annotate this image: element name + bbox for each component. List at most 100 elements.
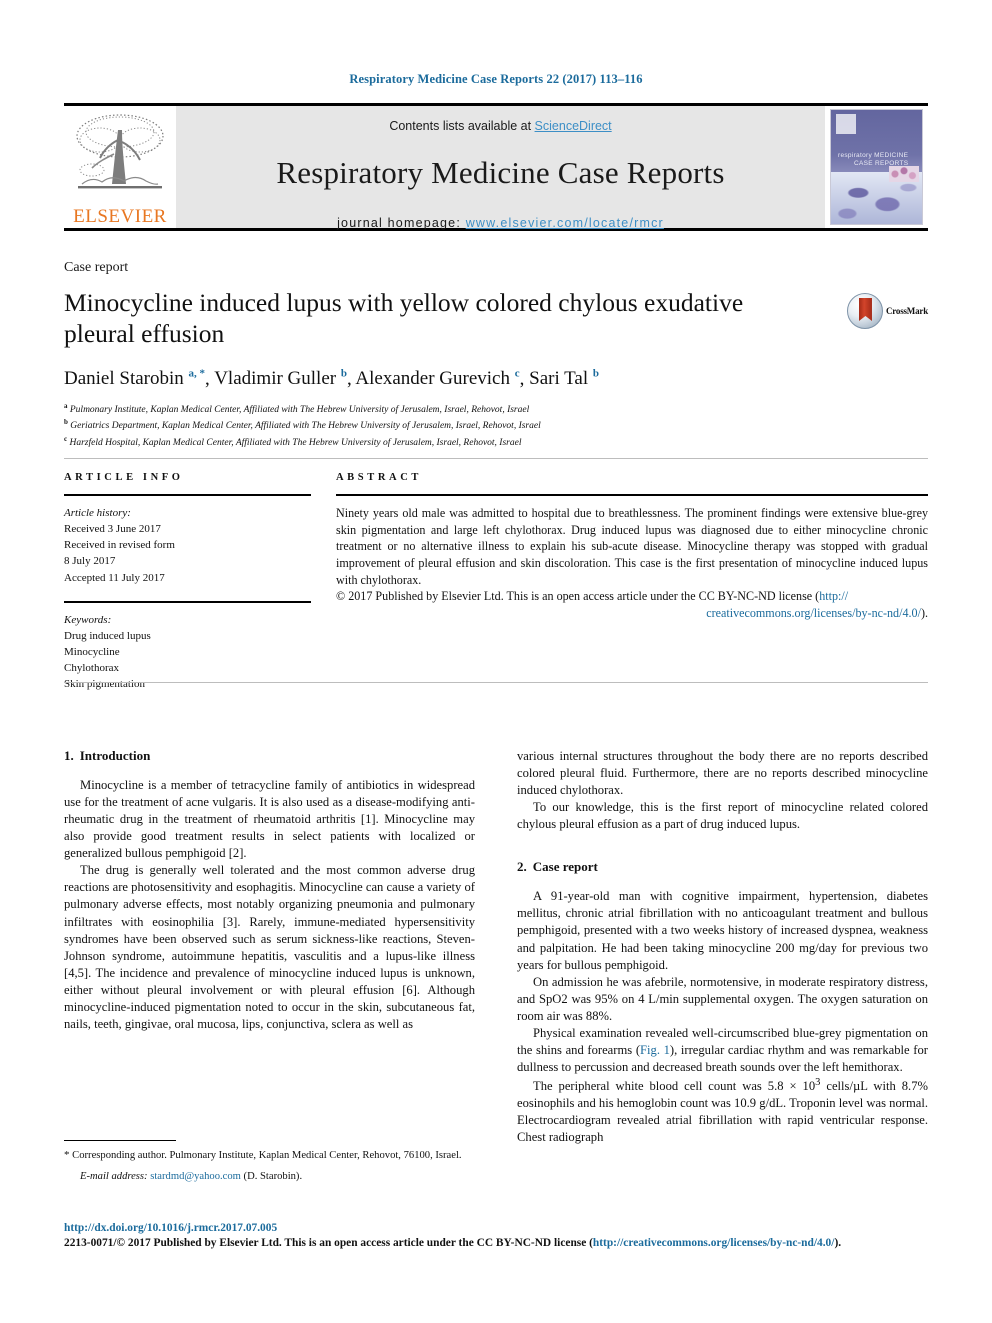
crossmark-badge[interactable]: CrossMark xyxy=(846,287,928,329)
paragraph-case-3: Physical examination revealed well-circu… xyxy=(517,1025,928,1076)
copyright-prefix: © 2017 Published by Elsevier Ltd. This i… xyxy=(336,589,820,604)
author-0-marks: a, * xyxy=(188,367,206,380)
abstract-text: Ninety years old male was admitted to ho… xyxy=(336,506,928,587)
sciencedirect-link[interactable]: ScienceDirect xyxy=(535,119,612,133)
right-column: various internal structures throughout t… xyxy=(517,748,928,1146)
paragraph-intro-1: Minocycline is a member of tetracycline … xyxy=(64,778,475,861)
page-footer: http://dx.doi.org/10.1016/j.rmcr.2017.07… xyxy=(64,1222,928,1249)
keywords-block: Keywords: Drug induced lupus Minocycline… xyxy=(64,612,311,693)
affiliation-a-text: Pulmonary Institute, Kaplan Medical Cent… xyxy=(69,405,530,416)
info-section-top-rule xyxy=(64,458,928,459)
corresponding-author-footnote: * Corresponding author. Pulmonary Instit… xyxy=(64,1140,475,1182)
journal-title: Respiratory Medicine Case Reports xyxy=(276,155,725,190)
footnote-email-line: E-mail address: stardmd@yahoo.com (D. St… xyxy=(64,1171,475,1182)
author-0-name: Daniel Starobin xyxy=(64,368,184,390)
paragraph-intro-2: The drug is generally well tolerated and… xyxy=(64,863,475,1031)
abstract-copyright: © 2017 Published by Elsevier Ltd. This i… xyxy=(336,588,928,621)
article-info-rule xyxy=(64,494,311,496)
abstract-rule xyxy=(336,494,928,496)
affiliation-b-text: Geriatrics Department, Kaplan Medical Ce… xyxy=(70,421,541,432)
section-title-2: Case report xyxy=(532,859,598,875)
author-sep-2: , xyxy=(519,368,530,390)
author-2-name: Alexander Gurevich xyxy=(355,368,510,390)
keyword-3: Skin pigmentation xyxy=(64,678,145,691)
section-heading-case-report: 2. Case report xyxy=(517,859,928,875)
affiliation-c-text: Harzfeld Hospital, Kaplan Medical Center… xyxy=(69,438,522,449)
footnote-rule xyxy=(64,1140,176,1141)
section-number-2: 2. xyxy=(517,859,527,875)
elsevier-wordmark: ELSEVIER xyxy=(73,206,167,227)
license-link-part2[interactable]: creativecommons.org/licenses/by-nc-nd/4.… xyxy=(706,606,921,620)
info-section-bottom-rule xyxy=(64,682,928,683)
paragraph-case-2: On admission he was afebrile, normotensi… xyxy=(517,974,928,1023)
footer-license-link[interactable]: http://creativecommons.org/licenses/by-n… xyxy=(593,1237,835,1249)
section-heading-introduction: 1. Introduction xyxy=(64,748,475,764)
crossmark-icon xyxy=(846,293,883,329)
paragraph-case-4: The peripheral white blood cell count wa… xyxy=(517,1076,928,1146)
article-header: Case report Minocycline induced lupus wi… xyxy=(64,260,928,450)
affiliation-a: a Pulmonary Institute, Kaplan Medical Ce… xyxy=(64,401,928,417)
abstract-heading: ABSTRACT xyxy=(336,472,422,483)
masthead-center: Contents lists available at ScienceDirec… xyxy=(176,106,825,230)
doi-link[interactable]: http://dx.doi.org/10.1016/j.rmcr.2017.07… xyxy=(64,1222,277,1234)
journal-cover-image: respiratory MEDICINE CASE REPORTS xyxy=(830,109,923,225)
elsevier-logo: ELSEVIER xyxy=(64,106,176,228)
article-info-heading: ARTICLE INFO xyxy=(64,472,184,483)
author-1-name: Vladimir Guller xyxy=(214,368,337,390)
journal-cover-wrap: respiratory MEDICINE CASE REPORTS xyxy=(825,106,928,228)
keyword-2: Chylothorax xyxy=(64,662,119,675)
affiliation-b-mark: b xyxy=(64,418,68,427)
footnote-address: Corresponding author. Pulmonary Institut… xyxy=(69,1150,462,1161)
article-page: Respiratory Medicine Case Reports 22 (20… xyxy=(0,0,992,1323)
homepage-label: journal homepage: xyxy=(337,216,466,230)
section-title-1: Introduction xyxy=(79,748,151,763)
author-1: Vladimir Guller b xyxy=(214,368,347,389)
journal-homepage-link[interactable]: www.elsevier.com/locate/rmcr xyxy=(466,216,664,230)
affiliation-a-mark: a xyxy=(64,402,68,411)
article-history-line-2: 8 July 2017 xyxy=(64,555,116,568)
copyright-suffix: ). xyxy=(920,606,928,621)
keyword-1: Minocycline xyxy=(64,646,120,659)
page-title: Minocycline induced lupus with yellow co… xyxy=(64,288,744,349)
email-owner: (D. Starobin). xyxy=(240,1170,303,1182)
author-list: Daniel Starobin a, *, Vladimir Guller b,… xyxy=(64,368,928,390)
journal-masthead: ELSEVIER Contents lists available at Sci… xyxy=(64,103,928,231)
keyword-0: Drug induced lupus xyxy=(64,629,151,642)
cover-cell-swatch-icon xyxy=(889,166,919,182)
email-label: E-mail address: xyxy=(80,1170,151,1182)
author-3: Sari Tal b xyxy=(529,368,599,389)
document-type-label: Case report xyxy=(64,260,129,275)
figure-1-reference-link[interactable]: Fig. 1 xyxy=(640,1043,670,1057)
cover-title-line1: respiratory MEDICINE xyxy=(838,152,909,159)
license-link-part1[interactable]: http:// xyxy=(819,589,848,603)
case-p4-a: The peripheral white blood cell count wa… xyxy=(533,1079,816,1094)
issn-prefix: 2213-0071/© 2017 Published by Elsevier L… xyxy=(64,1237,593,1249)
issn-copyright-line: 2213-0071/© 2017 Published by Elsevier L… xyxy=(64,1237,928,1249)
affiliation-c-mark: c xyxy=(64,434,68,443)
contents-prefix: Contents lists available at xyxy=(389,119,535,133)
affiliation-list: a Pulmonary Institute, Kaplan Medical Ce… xyxy=(64,401,928,450)
article-history-line-3: Accepted 11 July 2017 xyxy=(64,571,165,584)
body-columns: 1. Introduction Minocycline is a member o… xyxy=(64,748,928,1146)
paragraph-case-1: A 91-year-old man with cognitive impairm… xyxy=(517,889,928,972)
paragraph-intro-2-continued: various internal structures throughout t… xyxy=(517,749,928,798)
affiliation-c: c Harzfeld Hospital, Kaplan Medical Cent… xyxy=(64,434,928,450)
crossmark-label: CrossMark xyxy=(885,306,928,316)
abstract-column: ABSTRACT Ninety years old male was admit… xyxy=(311,472,928,693)
author-3-name: Sari Tal xyxy=(529,368,589,390)
section-number-1: 1. xyxy=(64,748,74,763)
journal-homepage-line: journal homepage: www.elsevier.com/locat… xyxy=(337,216,664,230)
contents-available-line: Contents lists available at ScienceDirec… xyxy=(389,119,611,133)
keywords-label: Keywords: xyxy=(64,613,112,626)
author-email-link[interactable]: stardmd@yahoo.com xyxy=(150,1171,241,1182)
author-3-marks: b xyxy=(592,367,600,380)
doi-line[interactable]: http://dx.doi.org/10.1016/j.rmcr.2017.07… xyxy=(64,1222,928,1234)
issn-suffix: ). xyxy=(834,1237,842,1249)
elsevier-tree-icon xyxy=(76,114,164,189)
author-2: Alexander Gurevich c xyxy=(355,368,519,389)
author-0: Daniel Starobin a, * xyxy=(64,368,205,389)
footnote-text: * Corresponding author. Pulmonary Instit… xyxy=(64,1148,475,1164)
affiliation-b: b Geriatrics Department, Kaplan Medical … xyxy=(64,417,928,433)
running-head: Respiratory Medicine Case Reports 22 (20… xyxy=(349,72,643,86)
article-history: Article history: Received 3 June 2017 Re… xyxy=(64,505,311,586)
